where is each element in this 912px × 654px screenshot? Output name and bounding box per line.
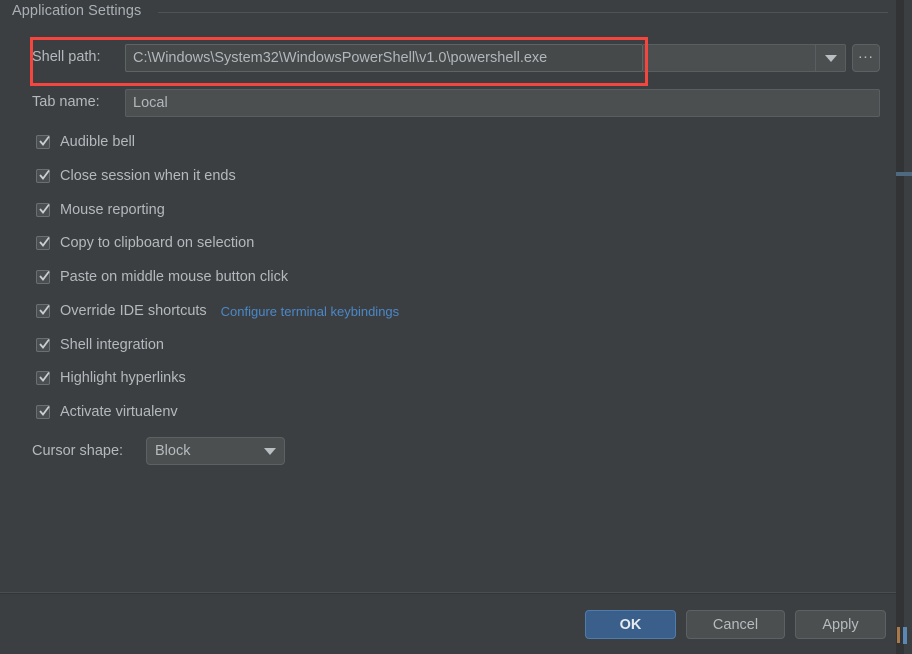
check-icon [39,236,50,247]
group-separator [158,12,888,13]
cursor-shape-select[interactable]: Block [146,437,285,465]
background-window-artifact-blue [903,627,907,644]
checkbox-label: Copy to clipboard on selection [60,235,255,251]
terminal-settings-dialog: Application Settings Shell path: C:\Wind… [0,0,912,654]
checkbox-label: Paste on middle mouse button click [60,269,289,285]
checkbox-highlight-hyperlinks[interactable] [36,371,50,385]
checkbox-label: Audible bell [60,134,135,150]
checkbox-label: Highlight hyperlinks [60,370,186,386]
checkbox-label: Override IDE shortcuts [60,303,207,319]
checkbox-row-activate-virtualenv[interactable]: Activate virtualenv [36,402,178,422]
chevron-down-icon [264,447,276,455]
checkbox-mouse-reporting[interactable] [36,203,50,217]
checkbox-label: Activate virtualenv [60,404,178,420]
background-window-highlight [896,172,912,176]
checkbox-row-copy-to-clipboard[interactable]: Copy to clipboard on selection [36,233,254,253]
checkbox-row-highlight-hyperlinks[interactable]: Highlight hyperlinks [36,368,186,388]
checkbox-override-ide-shortcuts[interactable] [36,304,50,318]
checkbox-row-shell-integration[interactable]: Shell integration [36,335,164,355]
tab-name-input[interactable]: Local [125,89,880,117]
checkbox-close-session-when-it-ends[interactable] [36,169,50,183]
checkbox-label: Mouse reporting [60,202,165,218]
configure-terminal-keybindings-link[interactable]: Configure terminal keybindings [221,304,399,319]
shell-path-label: Shell path: [32,49,101,65]
application-settings-group: Application Settings [0,0,896,30]
checkbox-row-close-session[interactable]: Close session when it ends [36,166,236,186]
shell-path-dropdown-button[interactable] [815,45,845,71]
shell-path-browse-button[interactable]: ... [852,44,880,72]
check-icon [39,405,50,416]
check-icon [39,338,50,349]
checkbox-row-mouse-reporting[interactable]: Mouse reporting [36,200,165,220]
footer-separator-shadow [0,593,896,594]
tab-name-label: Tab name: [32,94,100,110]
checkbox-label: Shell integration [60,337,164,353]
check-icon [39,203,50,214]
checkbox-row-audible-bell[interactable]: Audible bell [36,132,135,152]
checkbox-row-paste-middle-mouse[interactable]: Paste on middle mouse button click [36,267,288,287]
check-icon [39,371,50,382]
cursor-shape-label: Cursor shape: [32,443,124,459]
group-title: Application Settings [12,3,142,19]
checkbox-shell-integration[interactable] [36,338,50,352]
shell-path-input[interactable]: C:\Windows\System32\WindowsPowerShell\v1… [125,44,643,72]
checkbox-audible-bell[interactable] [36,135,50,149]
checkbox-row-override-ide-shortcuts[interactable]: Override IDE shortcuts Configure termina… [36,301,399,321]
checkbox-label: Close session when it ends [60,168,236,184]
cursor-shape-value: Block [155,443,191,459]
ok-button[interactable]: OK [585,610,676,639]
check-icon [39,169,50,180]
checkbox-paste-on-middle-mouse-button-click[interactable] [36,270,50,284]
check-icon [39,304,50,315]
chevron-down-icon [824,54,837,62]
check-icon [39,135,50,146]
apply-button[interactable]: Apply [795,610,886,639]
background-window-strip-outer [904,0,912,654]
check-icon [39,270,50,281]
checkbox-activate-virtualenv[interactable] [36,405,50,419]
background-window-artifact-amber [897,627,900,643]
cancel-button[interactable]: Cancel [686,610,785,639]
checkbox-copy-to-clipboard-on-selection[interactable] [36,236,50,250]
